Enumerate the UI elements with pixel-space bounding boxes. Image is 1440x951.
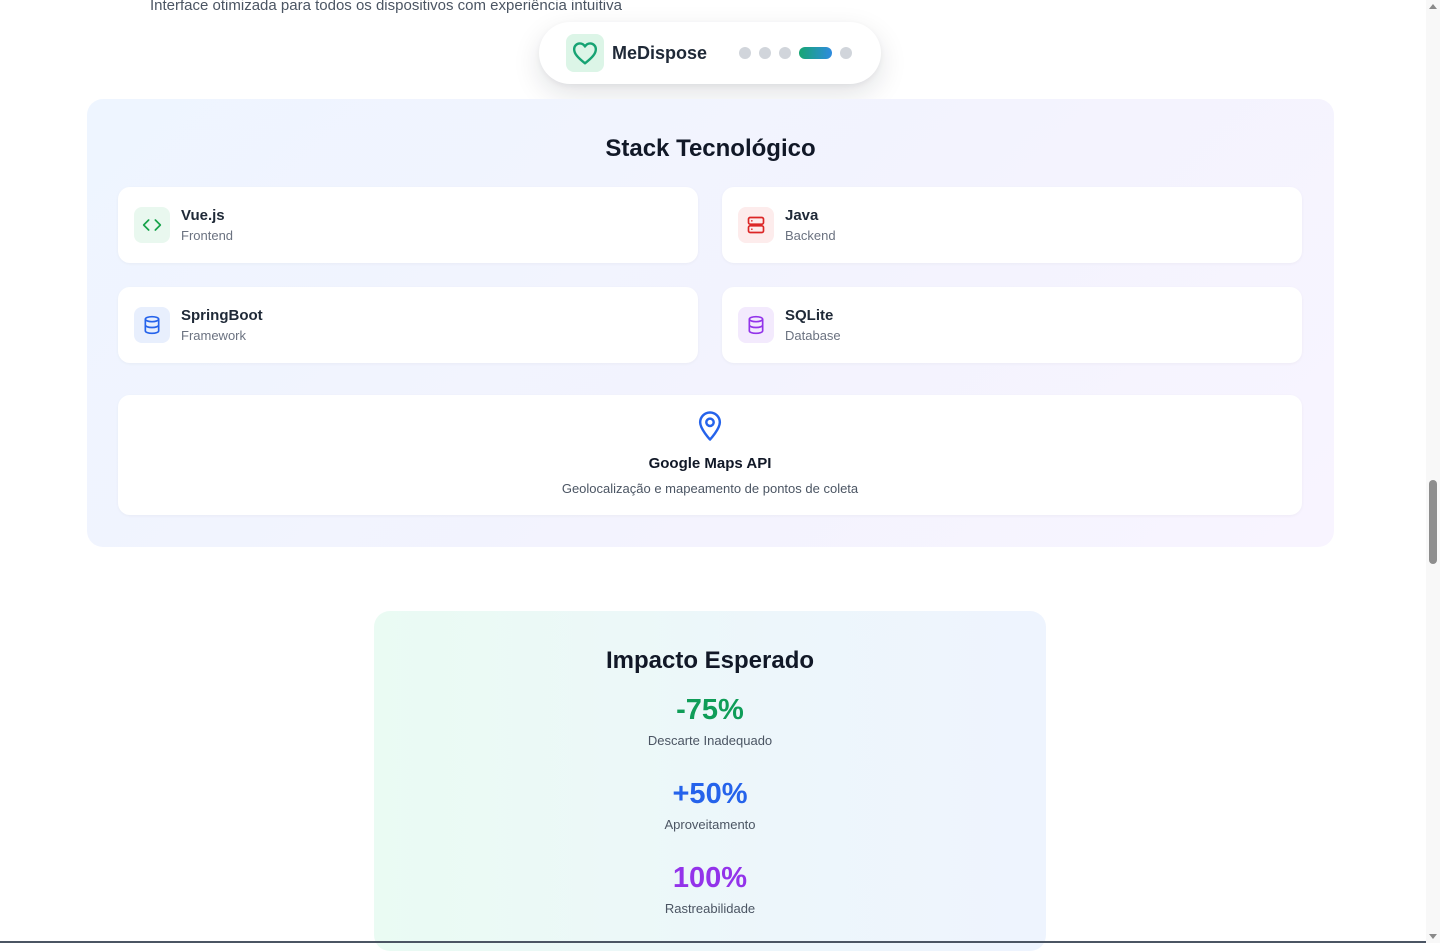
slide-dot-3[interactable] (779, 47, 792, 59)
slide-dot-1[interactable] (739, 47, 752, 59)
tech-card-vuejs: Vue.js Frontend (118, 187, 698, 263)
maps-api-card: Google Maps API Geolocalização e mapeame… (118, 395, 1302, 515)
vertical-scrollbar[interactable] (1426, 0, 1440, 943)
scroll-down-arrow-icon[interactable] (1429, 934, 1437, 939)
metric-aproveitamento: +50% Aproveitamento (374, 777, 1046, 832)
metric-rastreabilidade: 100% Rastreabilidade (374, 861, 1046, 916)
scroll-up-arrow-icon[interactable] (1429, 4, 1437, 9)
intro-text: Interface otimizada para todos os dispos… (150, 0, 622, 14)
slide-dot-4[interactable] (799, 47, 833, 59)
tech-name: SQLite (785, 306, 834, 324)
impact-section: Impacto Esperado -75% Descarte Inadequad… (374, 611, 1046, 951)
metric-label: Descarte Inadequado (647, 733, 773, 748)
metric-label: Rastreabilidade (664, 901, 756, 916)
metric-label: Aproveitamento (664, 817, 756, 832)
tech-role: Database (785, 327, 841, 343)
slide-dot-5[interactable] (840, 47, 853, 59)
metric-value: +50% (672, 778, 748, 810)
tech-card-sqlite: SQLite Database (722, 287, 1302, 363)
tech-role: Backend (785, 227, 836, 243)
tech-role: Frontend (181, 227, 234, 243)
section-title: Stack Tecnológico (605, 135, 816, 162)
server-icon (738, 207, 774, 243)
metric-value: -75% (676, 694, 744, 726)
tech-card-java: Java Backend (722, 187, 1302, 263)
slide-indicators (739, 47, 860, 59)
metric-descarte: -75% Descarte Inadequado (374, 693, 1046, 748)
tech-name: Vue.js (181, 206, 225, 224)
map-pin-icon (695, 410, 725, 447)
floating-nav: MeDispose (539, 22, 881, 84)
tech-role: Framework (181, 327, 247, 343)
metric-value: 100% (672, 862, 748, 894)
code-icon (134, 207, 170, 243)
maps-title: Google Maps API (648, 455, 772, 472)
tech-name: SpringBoot (181, 306, 263, 324)
scroll-thumb[interactable] (1429, 480, 1437, 564)
database-icon (738, 307, 774, 343)
maps-description: Geolocalização e mapeamento de pontos de… (561, 481, 859, 496)
tech-card-springboot: SpringBoot Framework (118, 287, 698, 363)
tech-name: Java (785, 206, 819, 224)
section-title: Impacto Esperado (605, 647, 815, 674)
tech-stack-section: Stack Tecnológico Vue.js Frontend Java B… (87, 99, 1334, 547)
database-icon (134, 307, 170, 343)
brand-name: MeDispose (612, 42, 708, 63)
slide-dot-2[interactable] (759, 47, 772, 59)
heart-icon (566, 34, 604, 72)
